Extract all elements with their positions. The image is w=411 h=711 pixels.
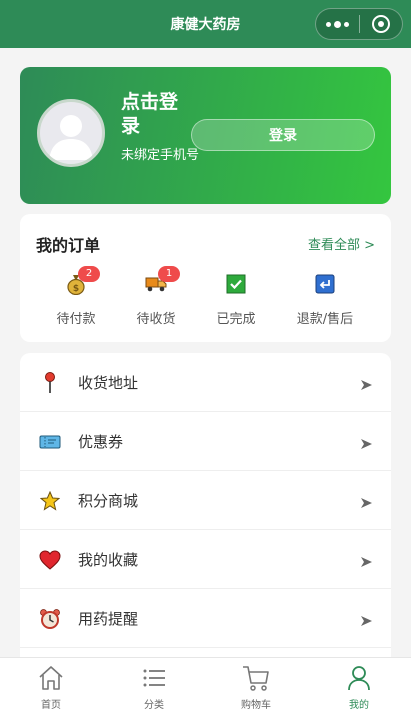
order-status-label: 待收货 xyxy=(136,312,176,327)
menu-item-label: 优惠券 xyxy=(78,433,124,451)
arrow-right-icon xyxy=(361,439,372,449)
arrow-right-icon xyxy=(361,616,372,626)
ticket-icon xyxy=(38,430,62,454)
arrow-right-icon xyxy=(361,498,372,508)
phone-binding-status: 未绑定手机号 xyxy=(121,148,200,163)
home-icon xyxy=(37,664,65,692)
order-status-pending-payment[interactable]: $ 2 待付款 xyxy=(36,266,116,328)
pending-payment-badge: 2 xyxy=(78,266,100,282)
tab-label: 首页 xyxy=(41,700,61,711)
menu-item-address[interactable]: 收货地址 xyxy=(20,353,391,412)
menu-item-coupons[interactable]: 优惠券 xyxy=(20,412,391,471)
tab-bar: 首页 分类 购物车 我的 xyxy=(0,657,411,711)
orders-title: 我的订单 xyxy=(36,236,101,255)
arrow-right-icon xyxy=(361,380,372,390)
page-title: 康健大药房 xyxy=(170,17,241,33)
menu-item-label: 收货地址 xyxy=(78,374,139,392)
menu-item-points-mall[interactable]: 积分商城 xyxy=(20,471,391,530)
view-all-orders-link[interactable]: 查看全部 > xyxy=(308,234,375,253)
menu-item-label: 用药提醒 xyxy=(78,610,139,628)
pushpin-icon xyxy=(38,371,62,395)
order-status-label: 待付款 xyxy=(56,312,96,327)
cart-icon xyxy=(242,664,270,692)
tab-cart[interactable]: 购物车 xyxy=(216,664,296,711)
list-icon xyxy=(140,664,168,692)
menu-item-label: 积分商城 xyxy=(78,492,139,510)
svg-text:$: $ xyxy=(73,284,79,294)
check-box-icon xyxy=(224,272,248,296)
tab-label: 我的 xyxy=(349,700,369,711)
service-menu: 收货地址 优惠券 积分商城 我的收藏 用药提醒 xyxy=(20,353,391,673)
close-mini-program-icon[interactable] xyxy=(360,9,402,39)
delivery-truck-icon: 1 xyxy=(144,266,180,296)
menu-item-medication-reminder[interactable]: 用药提醒 xyxy=(20,589,391,648)
avatar[interactable] xyxy=(37,99,105,167)
order-status-label: 退款/售后 xyxy=(296,312,354,327)
order-status-label: 已完成 xyxy=(216,312,256,327)
heart-icon xyxy=(38,548,62,572)
mini-program-capsule xyxy=(315,8,403,40)
navigation-bar: 康健大药房 xyxy=(0,0,411,48)
tab-category[interactable]: 分类 xyxy=(114,664,194,711)
order-status-refund[interactable]: 退款/售后 xyxy=(285,268,365,328)
order-status-completed[interactable]: 已完成 xyxy=(196,268,276,328)
more-options-icon[interactable] xyxy=(316,9,359,39)
star-icon xyxy=(38,489,62,513)
tab-label: 分类 xyxy=(144,700,164,711)
login-button[interactable]: 登录 xyxy=(191,119,375,151)
money-bag-icon: $ 2 xyxy=(64,266,100,296)
my-orders-card: 我的订单 查看全部 > $ 2 待付款 1 待收货 已完成 退款/售后 xyxy=(20,214,391,342)
tab-label: 购物车 xyxy=(241,700,271,711)
alarm-clock-icon xyxy=(38,607,62,631)
login-prompt[interactable]: 点击登录 xyxy=(121,90,193,138)
tab-mine[interactable]: 我的 xyxy=(319,664,399,711)
user-icon xyxy=(345,664,373,692)
menu-item-favorites[interactable]: 我的收藏 xyxy=(20,530,391,589)
tab-home[interactable]: 首页 xyxy=(11,664,91,711)
login-card: 点击登录 未绑定手机号 登录 xyxy=(20,67,391,204)
pending-delivery-badge: 1 xyxy=(158,266,180,282)
menu-item-label: 我的收藏 xyxy=(78,551,139,569)
return-icon xyxy=(313,272,337,296)
order-status-pending-delivery[interactable]: 1 待收货 xyxy=(116,266,196,328)
arrow-right-icon xyxy=(361,557,372,567)
